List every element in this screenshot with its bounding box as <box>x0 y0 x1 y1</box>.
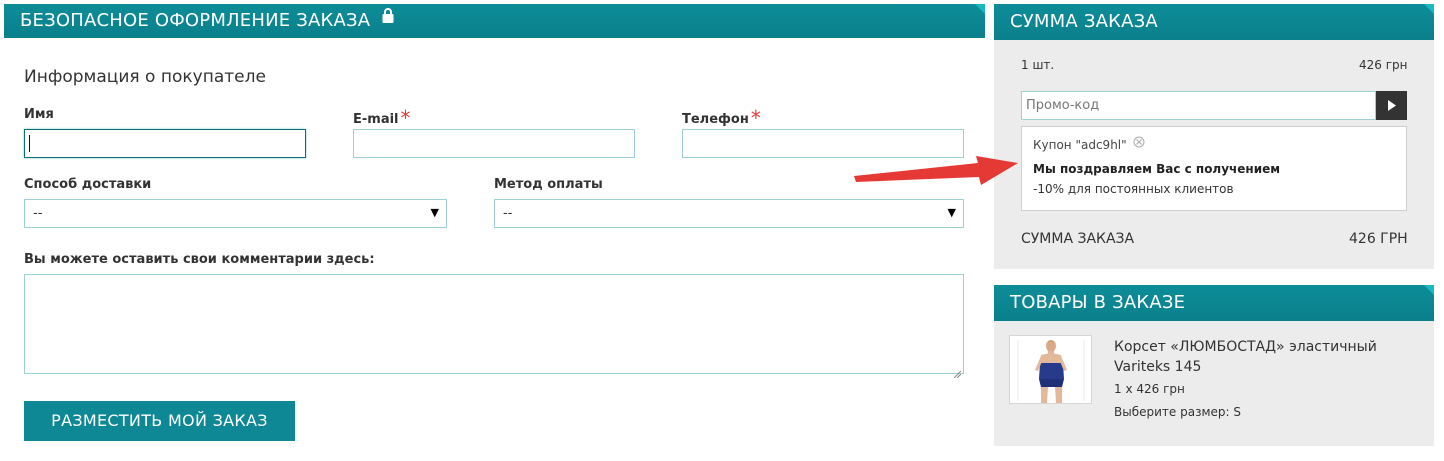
header-corner <box>1424 4 1434 14</box>
discount-text: -10% для постоянных клиентов <box>1033 182 1234 196</box>
required-mark: * <box>400 106 411 130</box>
name-input[interactable] <box>24 129 306 158</box>
product-name-line2: Variteks 145 <box>1114 359 1202 375</box>
apply-promo-button[interactable] <box>1376 91 1407 120</box>
text-caret <box>29 135 30 152</box>
delivery-select[interactable]: -- ▼ <box>24 199 447 228</box>
order-amount: 426 грн <box>1359 58 1408 72</box>
remove-coupon-icon[interactable] <box>1133 136 1145 151</box>
order-total-label: СУММА ЗАКАЗА <box>1021 231 1135 247</box>
order-quantity: 1 шт. <box>1021 58 1055 72</box>
product-name[interactable]: Корсет «ЛЮМБОСТАД» эластичный Variteks 1… <box>1114 337 1377 377</box>
chevron-down-icon: ▼ <box>947 206 956 219</box>
product-qty-price: 1 x 426 грн <box>1114 382 1185 396</box>
coupon-text: Купон "adc9hl" <box>1033 138 1127 152</box>
order-summary-title: СУММА ЗАКАЗА <box>1010 11 1158 32</box>
promo-code-placeholder: Промо-код <box>1026 98 1100 113</box>
payment-select[interactable]: -- ▼ <box>494 199 964 228</box>
product-name-line1: Корсет «ЛЮМБОСТАД» эластичный <box>1114 339 1377 355</box>
order-items-header: ТОВАРЫ В ЗАКАЗЕ <box>994 285 1434 321</box>
congrats-text: Мы поздравляем Вас с получением <box>1033 162 1281 176</box>
payment-label: Метод оплаты <box>494 177 603 192</box>
place-order-button[interactable]: РАЗМЕСТИТЬ МОЙ ЗАКАЗ <box>24 401 295 441</box>
header-corner <box>975 4 985 14</box>
order-items-title: ТОВАРЫ В ЗАКАЗЕ <box>1010 292 1186 313</box>
email-label-text: E-mail <box>353 112 399 127</box>
product-size: Выберите размер: S <box>1114 405 1241 419</box>
header-corner <box>1424 285 1434 295</box>
play-icon <box>1388 100 1396 111</box>
order-total-value: 426 ГРН <box>1349 231 1408 247</box>
buyer-info-title: Информация о покупателе <box>24 67 266 87</box>
delivery-label: Способ доставки <box>24 177 152 192</box>
phone-label: Телефон * <box>682 104 761 130</box>
annotation-arrow <box>854 156 1018 185</box>
chevron-down-icon: ▼ <box>430 206 439 219</box>
email-input[interactable] <box>353 129 635 158</box>
order-summary-header: СУММА ЗАКАЗА <box>994 4 1434 40</box>
resize-grip-icon[interactable] <box>953 363 962 379</box>
delivery-select-value: -- <box>33 206 43 221</box>
name-label: Имя <box>24 107 54 122</box>
comment-label: Вы можете оставить свои комментарии здес… <box>24 252 375 267</box>
name-label-text: Имя <box>24 107 54 122</box>
promo-code-input[interactable]: Промо-код <box>1021 91 1376 120</box>
coupon-box: Купон "adc9hl" Мы поздравляем Вас с полу… <box>1021 126 1407 211</box>
checkout-title: БЕЗОПАСНОЕ ОФОРМЛЕНИЕ ЗАКАЗА <box>20 10 371 31</box>
comment-textarea[interactable] <box>24 274 964 379</box>
email-label: E-mail * <box>353 104 411 130</box>
required-mark: * <box>750 106 761 130</box>
payment-select-value: -- <box>503 206 513 221</box>
phone-label-text: Телефон <box>682 112 749 127</box>
product-thumbnail[interactable] <box>1009 335 1092 404</box>
lock-icon <box>382 1 394 35</box>
coupon-line: Купон "adc9hl" <box>1033 136 1145 153</box>
checkout-header: БЕЗОПАСНОЕ ОФОРМЛЕНИЕ ЗАКАЗА <box>4 4 985 38</box>
